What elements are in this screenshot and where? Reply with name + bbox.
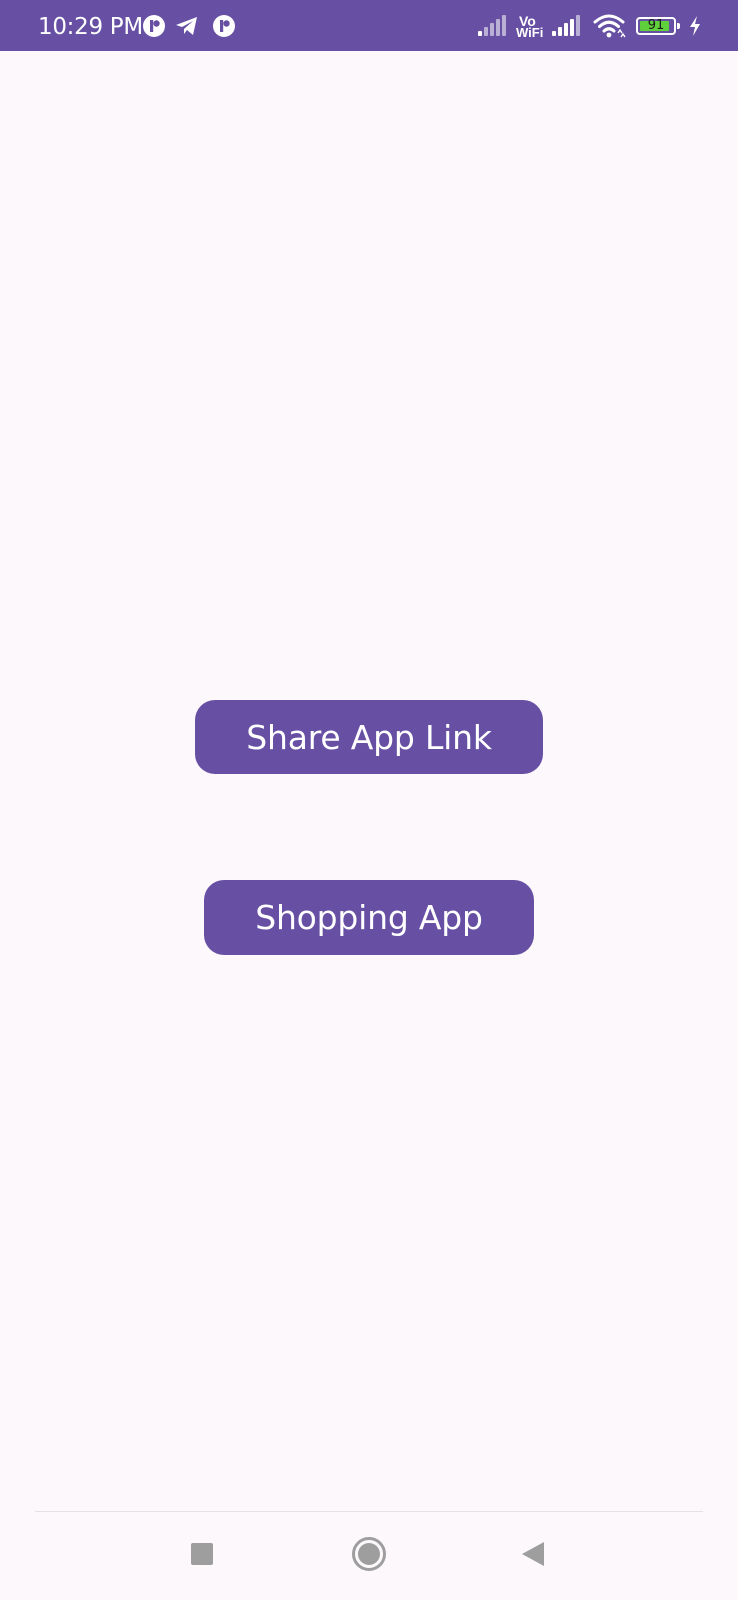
app-notification-icon xyxy=(212,0,236,51)
vowifi-bottom-label: WiFi xyxy=(516,24,544,40)
app-notification-icon xyxy=(142,0,166,51)
status-bar: 10:29 PM Vo WiFi 91 xyxy=(0,0,738,51)
battery-icon: 91 xyxy=(636,0,680,51)
wifi-icon xyxy=(593,0,627,51)
shopping-app-button[interactable]: Shopping App xyxy=(204,880,534,955)
back-icon xyxy=(520,1541,546,1572)
navigation-bar xyxy=(0,1512,738,1600)
cellular-signal-icon xyxy=(478,0,510,51)
share-app-link-button[interactable]: Share App Link xyxy=(195,700,543,774)
recent-apps-button[interactable] xyxy=(167,1512,237,1600)
vowifi-icon: Vo WiFi xyxy=(516,0,543,51)
home-button[interactable] xyxy=(334,1512,404,1600)
back-button[interactable] xyxy=(498,1512,568,1600)
telegram-icon xyxy=(175,0,199,51)
recent-apps-icon xyxy=(190,1542,214,1571)
cellular-signal-icon xyxy=(552,0,584,51)
battery-level-text: 91 xyxy=(647,17,665,33)
home-icon xyxy=(351,1536,387,1577)
status-time: 10:29 PM xyxy=(38,14,143,40)
charging-icon xyxy=(688,0,702,51)
